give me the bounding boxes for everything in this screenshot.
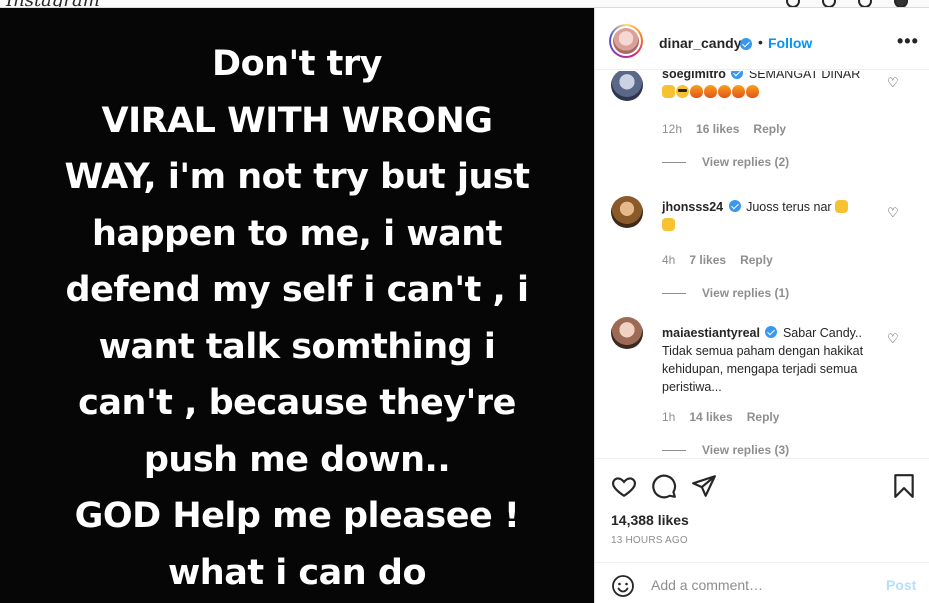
separator-dot: • xyxy=(758,34,763,50)
commenter-avatar[interactable] xyxy=(611,196,643,228)
verified-badge-icon xyxy=(740,38,752,50)
commenter-username[interactable]: jhonsss24 xyxy=(662,200,723,214)
post-text-line: push me down.. xyxy=(143,439,451,480)
comment-meta: 4h 7 likes Reply xyxy=(662,253,787,267)
post-timestamp[interactable]: 13 HOURS AGO xyxy=(611,535,688,546)
post-image-text: Don't try VIRAL WITH WRONG WAY, i'm not … xyxy=(0,36,594,601)
comment-text: jhonsss24 Juoss terus nar xyxy=(662,198,884,234)
fire-emoji-icon xyxy=(718,85,731,98)
view-replies-button[interactable]: View replies (3) xyxy=(662,443,789,457)
comment-text: soegimitro SEMANGAT DINAR xyxy=(662,71,884,101)
comment-body: Juoss terus nar xyxy=(746,200,832,214)
fist-emoji-icon xyxy=(835,200,849,213)
sunglasses-emoji-icon xyxy=(676,85,689,98)
post-text-line: what i can do xyxy=(167,552,427,593)
fist-emoji-icon xyxy=(662,218,675,231)
comment-time: 4h xyxy=(662,253,676,267)
commenter-avatar[interactable] xyxy=(611,71,643,101)
view-replies-button[interactable]: View replies (1) xyxy=(662,286,789,300)
reply-button[interactable]: Reply xyxy=(740,253,773,267)
view-replies-button[interactable]: View replies (2) xyxy=(662,155,789,169)
verified-badge-icon xyxy=(731,71,744,79)
comment-text: maiaestiantyreal Sabar Candy.. Tidak sem… xyxy=(662,324,874,396)
post-text-line: defend my self i can't , i xyxy=(65,270,529,310)
post-sidebar: dinar_candy • Follow ••• soegimitro SEMA… xyxy=(594,8,929,603)
view-replies-label: View replies (3) xyxy=(702,443,790,457)
instagram-logo[interactable]: Instagram xyxy=(6,0,100,7)
comment-meta: 1h 14 likes Reply xyxy=(662,410,793,424)
view-replies-label: View replies (2) xyxy=(702,155,790,169)
post-text-line: can't , because they're xyxy=(78,383,516,423)
fire-emoji-icon xyxy=(690,85,703,98)
like-heart-icon[interactable] xyxy=(611,473,637,499)
replies-line xyxy=(662,162,686,164)
add-comment-bar: Post xyxy=(595,562,929,603)
comments-list[interactable]: soegimitro SEMANGAT DINAR ♡ 12h 16 likes R… xyxy=(595,71,929,458)
author-username[interactable]: dinar_candy xyxy=(659,35,741,51)
commenter-username[interactable]: soegimitro xyxy=(662,71,726,81)
comment-time: 1h xyxy=(662,410,676,424)
comment-meta: 12h 16 likes Reply xyxy=(662,122,800,136)
comment-like-heart-icon[interactable]: ♡ xyxy=(887,206,901,220)
post-text-line: happen to me, i want xyxy=(92,213,502,254)
post-actions: 14,388 likes 13 HOURS AGO Post xyxy=(595,458,929,603)
post-header: dinar_candy • Follow ••• xyxy=(595,8,929,70)
fist-emoji-icon xyxy=(662,85,675,98)
top-bar: Instagram xyxy=(0,0,929,8)
post-text-line: GOD Help me pleasee ! xyxy=(74,496,520,536)
verified-badge-icon xyxy=(765,326,778,338)
comment-input[interactable] xyxy=(651,573,871,597)
replies-line xyxy=(662,293,686,295)
more-options-icon[interactable]: ••• xyxy=(897,32,919,50)
post-text-line: want talk somthing i xyxy=(98,326,496,367)
post-text-line: VIRAL WITH WRONG xyxy=(101,100,493,141)
replies-line xyxy=(662,450,686,452)
heart-icon[interactable] xyxy=(858,0,872,7)
comment-likes[interactable]: 7 likes xyxy=(689,253,726,267)
compass-icon[interactable] xyxy=(822,0,836,7)
comment-likes[interactable]: 14 likes xyxy=(689,410,732,424)
commenter-username[interactable]: maiaestiantyreal xyxy=(662,326,760,340)
comment-like-heart-icon[interactable]: ♡ xyxy=(887,76,901,90)
verified-badge-icon xyxy=(728,200,741,212)
share-paper-plane-icon[interactable] xyxy=(691,473,717,499)
comment-like-heart-icon[interactable]: ♡ xyxy=(887,332,901,346)
profile-avatar[interactable] xyxy=(894,0,908,7)
avatar-image xyxy=(613,28,639,54)
comment-icon[interactable] xyxy=(651,473,677,499)
author-avatar[interactable] xyxy=(609,24,643,58)
fire-emoji-icon xyxy=(704,85,717,98)
comment-time: 12h xyxy=(662,122,683,136)
fire-emoji-icon xyxy=(732,85,745,98)
commenter-avatar[interactable] xyxy=(611,317,643,349)
fire-emoji-icon xyxy=(746,85,759,98)
post-comment-button[interactable]: Post xyxy=(886,577,916,593)
reply-button[interactable]: Reply xyxy=(747,410,780,424)
likes-count[interactable]: 14,388 likes xyxy=(611,512,689,528)
comment-body: SEMANGAT DINAR xyxy=(748,71,861,81)
post-text-line: WAY, i'm not try but just xyxy=(64,157,530,197)
follow-button[interactable]: Follow xyxy=(768,35,812,51)
post-image[interactable]: Don't try VIRAL WITH WRONG WAY, i'm not … xyxy=(0,8,594,603)
reply-button[interactable]: Reply xyxy=(753,122,786,136)
comment-likes[interactable]: 16 likes xyxy=(696,122,739,136)
messenger-icon[interactable] xyxy=(786,0,800,7)
view-replies-label: View replies (1) xyxy=(702,286,790,300)
emoji-smile-icon[interactable] xyxy=(611,574,635,598)
post-text-line: Don't try xyxy=(212,44,382,84)
save-bookmark-icon[interactable] xyxy=(891,473,917,499)
